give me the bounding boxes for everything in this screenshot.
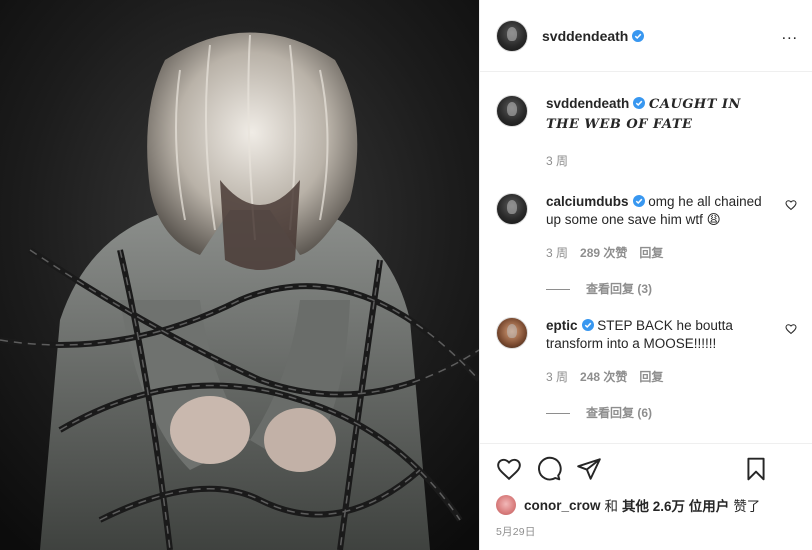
save-bookmark-icon[interactable] [743, 456, 769, 482]
author-username[interactable]: svddendeath [542, 28, 628, 44]
caption-avatar[interactable] [496, 95, 528, 127]
author-avatar[interactable] [496, 19, 528, 52]
instagram-post: svddendeath ... svddendeath CAUGHT IN TH… [0, 0, 812, 550]
share-paper-plane-icon[interactable] [576, 456, 602, 482]
caption-username[interactable]: svddendeath [546, 96, 629, 111]
comment-item: calciumdubs omg he all chained up some o… [496, 192, 797, 299]
post-image[interactable] [0, 0, 479, 550]
likes-others-button[interactable]: 其他 2.6万 位用户 [622, 495, 729, 515]
comment-time[interactable]: 3 周 [546, 368, 568, 387]
verified-badge-icon [632, 29, 645, 42]
comment-item: eptic STEP BACK he boutta transform into… [496, 316, 797, 423]
post-date[interactable]: 5月29日 [496, 524, 797, 539]
comment-username[interactable]: eptic [546, 318, 578, 333]
like-heart-icon[interactable] [496, 456, 522, 482]
replies-divider [546, 288, 570, 290]
comments-list: svddendeath CAUGHT IN THE WEB OF FATE 3 … [480, 73, 812, 443]
comment-username[interactable]: calciumdubs [546, 194, 629, 209]
comment-likes[interactable]: 248 次赞 [580, 368, 627, 387]
action-icons-row [496, 444, 797, 494]
like-comment-heart-icon[interactable] [785, 199, 797, 211]
likes-and: 和 [604, 499, 619, 514]
likes-summary: conor_crow 和 其他 2.6万 位用户 赞了 [496, 494, 797, 516]
post-header: svddendeath ... [480, 0, 812, 72]
likes-liked: 赞了 [733, 499, 761, 514]
comment-time[interactable]: 3 周 [546, 244, 568, 263]
reply-button[interactable]: 回复 [639, 368, 663, 387]
verified-badge-icon [581, 318, 594, 331]
view-replies-button[interactable]: 查看回复 (6) [546, 404, 776, 423]
comment-bubble-icon[interactable] [536, 456, 562, 482]
post-side-panel: svddendeath ... svddendeath CAUGHT IN TH… [479, 0, 812, 550]
post-actions: conor_crow 和 其他 2.6万 位用户 赞了 5月29日 [480, 443, 812, 539]
like-comment-heart-icon[interactable] [785, 323, 797, 335]
view-replies-label: 查看回复 (6) [586, 406, 653, 420]
commenter-avatar[interactable] [496, 192, 528, 225]
more-options-icon[interactable]: ... [782, 26, 798, 44]
liker-username[interactable]: conor_crow [524, 498, 601, 513]
replies-divider [546, 412, 570, 414]
caption-row: svddendeath CAUGHT IN THE WEB OF FATE 3 … [496, 95, 797, 171]
caption-time[interactable]: 3 周 [546, 152, 568, 171]
chained-figure-photo [0, 0, 479, 550]
liker-avatar[interactable] [496, 495, 516, 515]
comment-likes[interactable]: 289 次赞 [580, 244, 627, 263]
view-replies-button[interactable]: 查看回复 (3) [546, 280, 776, 299]
verified-badge-icon [633, 97, 646, 109]
commenter-avatar[interactable] [496, 316, 528, 349]
verified-badge-icon [632, 194, 645, 207]
reply-button[interactable]: 回复 [639, 244, 663, 263]
view-replies-label: 查看回复 (3) [586, 282, 653, 296]
